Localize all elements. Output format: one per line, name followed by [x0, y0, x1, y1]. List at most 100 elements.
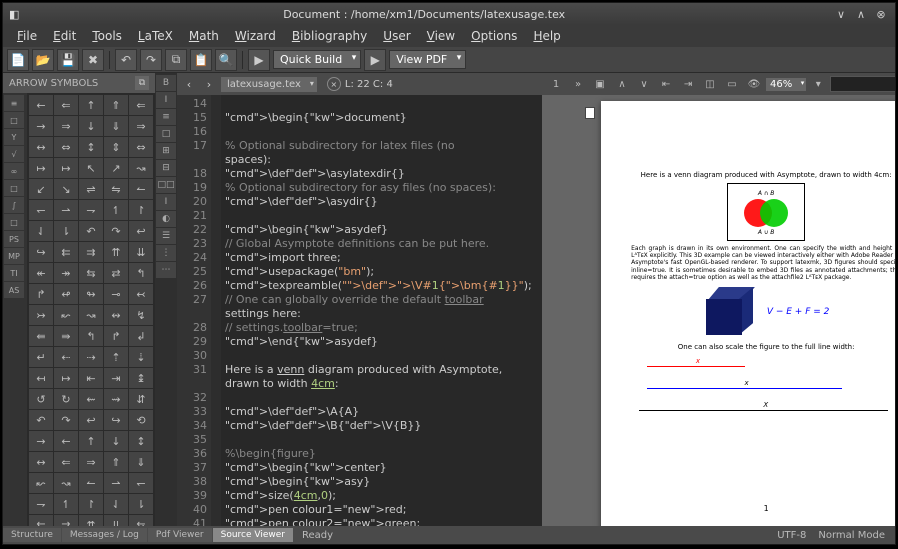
menu-math[interactable]: Math [181, 27, 227, 45]
symbol-cell[interactable]: ↶ [29, 410, 53, 430]
symbol-cell[interactable]: ↞ [29, 263, 53, 283]
symbol-cell[interactable]: ⇉ [79, 242, 103, 262]
symbol-cell[interactable]: ↖ [79, 158, 103, 178]
menu-help[interactable]: Help [525, 27, 568, 45]
symbol-cell[interactable]: ↪ [29, 242, 53, 262]
symbol-cell[interactable]: ⇇ [54, 242, 78, 262]
symbol-cell[interactable]: ⇵ [129, 389, 153, 409]
menu-tools[interactable]: Tools [84, 27, 130, 45]
format-button-2[interactable]: ≡ [156, 109, 176, 125]
symbol-cell[interactable]: ↽ [29, 200, 53, 220]
symbol-cell[interactable]: ↢ [129, 284, 153, 304]
symbol-cell[interactable]: ↷ [104, 221, 128, 241]
symbol-cell[interactable]: ↰ [79, 326, 103, 346]
pdf-preview[interactable]: Here is a venn diagram produced with Asy… [542, 95, 895, 526]
symbol-cell[interactable]: ↗ [104, 158, 128, 178]
palette-category-5[interactable]: □ [4, 180, 24, 196]
symbol-cell[interactable]: ⇓ [104, 116, 128, 136]
scroll-up-button[interactable]: ∧ [612, 75, 632, 93]
find-button[interactable]: 🔍 [215, 49, 237, 71]
symbol-cell[interactable]: ↣ [29, 305, 53, 325]
zoom-down-button[interactable]: ▾ [808, 75, 828, 93]
symbol-cell[interactable]: ⇐ [54, 95, 78, 115]
symbol-cell[interactable]: ↶ [79, 221, 103, 241]
symbol-cell[interactable]: ↼ [129, 179, 153, 199]
symbol-cell[interactable]: ⇊ [104, 515, 128, 526]
symbol-cell[interactable]: ⇂ [129, 494, 153, 514]
symbol-cell[interactable]: ⇌ [79, 179, 103, 199]
symbol-cell[interactable]: ↼ [79, 473, 103, 493]
undo-button[interactable]: ↶ [115, 49, 137, 71]
palette-category-4[interactable]: ∞ [4, 163, 24, 179]
play-button[interactable]: ▶ [248, 49, 270, 71]
build-mode-select[interactable]: Quick Build [273, 50, 361, 69]
symbol-cell[interactable]: ⇜ [79, 389, 103, 409]
symbol-cell[interactable]: ← [54, 431, 78, 451]
symbol-cell[interactable]: ↑ [79, 431, 103, 451]
symbol-cell[interactable]: ↓ [104, 431, 128, 451]
menu-wizard[interactable]: Wizard [227, 27, 284, 45]
symbol-cell[interactable]: ⇉ [54, 515, 78, 526]
continuous-button[interactable]: ▭ [722, 75, 742, 93]
document-select[interactable]: latexusage.tex [221, 77, 317, 92]
symbol-cell[interactable]: ↱ [29, 284, 53, 304]
symbol-cell[interactable]: ↘ [54, 179, 78, 199]
symbol-cell[interactable]: ↩ [79, 410, 103, 430]
symbol-cell[interactable]: ↝ [54, 473, 78, 493]
symbol-cell[interactable]: ↩ [129, 221, 153, 241]
symbol-cell[interactable]: ↤ [29, 368, 53, 388]
format-button-4[interactable]: ⊞ [156, 143, 176, 159]
symbol-cell[interactable]: ⇈ [104, 242, 128, 262]
symbol-cell[interactable]: ↵ [29, 347, 53, 367]
symbol-cell[interactable]: ← [29, 95, 53, 115]
symbol-cell[interactable]: ⇛ [54, 326, 78, 346]
symbol-cell[interactable]: ↔ [29, 452, 53, 472]
symbol-cell[interactable]: ⇓ [129, 452, 153, 472]
close-button[interactable]: ⊗ [873, 6, 889, 22]
symbol-cell[interactable]: ↷ [54, 410, 78, 430]
palette-popout-button[interactable]: ⧉ [135, 76, 149, 90]
symbol-cell[interactable]: ⇃ [29, 221, 53, 241]
format-button-1[interactable]: I [156, 92, 176, 108]
symbol-cell[interactable]: ↯ [129, 305, 153, 325]
symbol-cell[interactable]: → [29, 431, 53, 451]
symbol-cell[interactable]: ↑ [79, 95, 103, 115]
symbol-cell[interactable]: ⟲ [129, 410, 153, 430]
symbol-cell[interactable]: ⇐ [129, 95, 153, 115]
preview-search-input[interactable] [830, 76, 895, 92]
symbol-cell[interactable]: ⇥ [104, 368, 128, 388]
symbol-cell[interactable]: ⇐ [54, 452, 78, 472]
palette-category-2[interactable]: Y [4, 129, 24, 145]
palette-category-10[interactable]: TI [4, 265, 24, 281]
symbol-cell[interactable]: ⇔ [129, 137, 153, 157]
view-mode-select[interactable]: View PDF [389, 50, 466, 69]
symbol-cell[interactable]: ⇃ [104, 494, 128, 514]
code-editor[interactable]: 1415161718192021222324252627282930313233… [177, 95, 542, 526]
symbol-cell[interactable]: ⇊ [129, 242, 153, 262]
copy-button[interactable]: ⧉ [165, 49, 187, 71]
symbol-cell[interactable]: ↭ [104, 305, 128, 325]
symbol-cell[interactable]: ↕ [79, 137, 103, 157]
symbol-cell[interactable]: ↦ [54, 368, 78, 388]
menu-view[interactable]: View [419, 27, 463, 45]
symbol-cell[interactable]: ⇕ [104, 137, 128, 157]
open-file-button[interactable]: 📂 [32, 49, 54, 71]
paste-button[interactable]: 📋 [190, 49, 212, 71]
save-button[interactable]: 💾 [57, 49, 79, 71]
symbol-cell[interactable]: ⇑ [104, 95, 128, 115]
maximize-button[interactable]: ∧ [853, 6, 869, 22]
redo-button[interactable]: ↷ [140, 49, 162, 71]
symbol-cell[interactable]: ⇢ [79, 347, 103, 367]
symbol-cell[interactable]: ↿ [54, 494, 78, 514]
menu-bibliography[interactable]: Bibliography [284, 27, 375, 45]
symbol-cell[interactable]: ↠ [54, 263, 78, 283]
symbol-cell[interactable]: ⊸ [104, 284, 128, 304]
symbol-cell[interactable]: ⇇ [29, 515, 53, 526]
status-tab-messages-log[interactable]: Messages / Log [62, 528, 147, 542]
status-tab-structure[interactable]: Structure [3, 528, 61, 542]
symbol-cell[interactable]: ↜ [29, 473, 53, 493]
symbol-cell[interactable]: ⇆ [79, 263, 103, 283]
palette-category-3[interactable]: √ [4, 146, 24, 162]
prev-doc-button[interactable]: ‹ [181, 78, 197, 91]
symbol-cell[interactable]: ↱ [104, 326, 128, 346]
